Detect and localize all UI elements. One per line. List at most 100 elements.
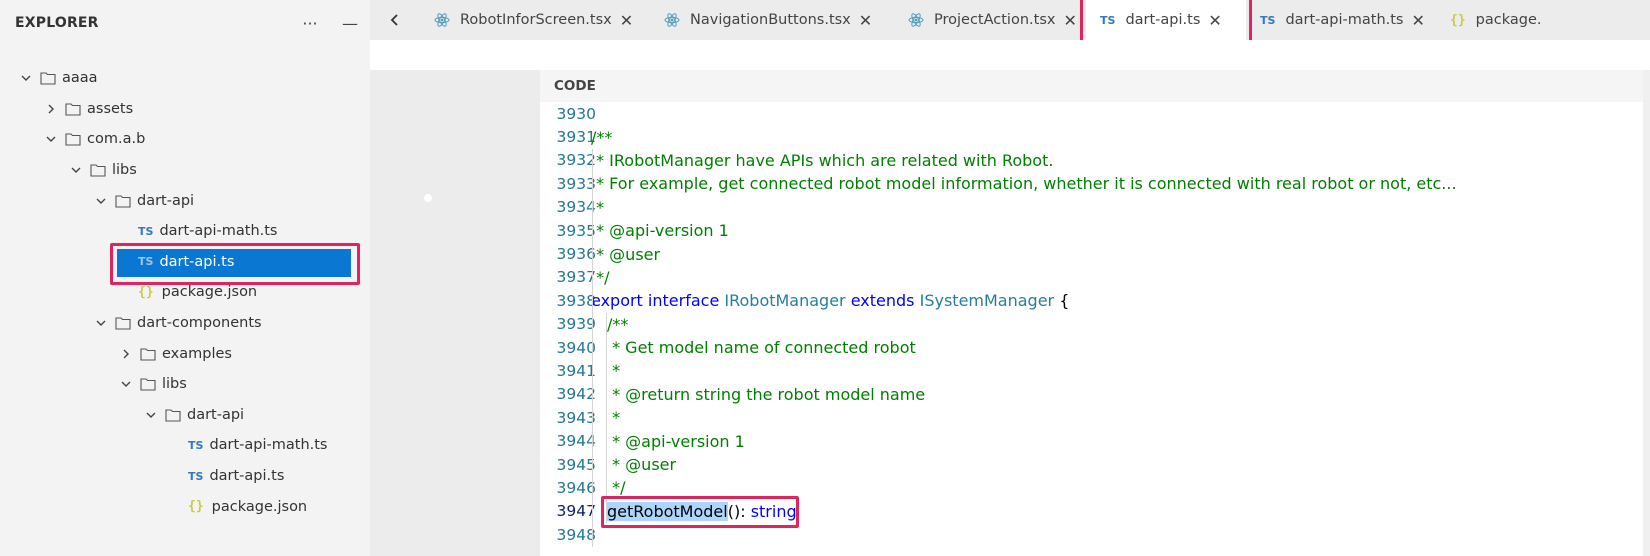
json-file-icon: {} <box>188 499 204 515</box>
tree-folder[interactable]: com.a.b <box>0 124 370 155</box>
line-number: 3934 <box>556 198 596 217</box>
tree-item-label: com.a.b <box>87 131 146 148</box>
chevron-down-icon[interactable] <box>68 162 84 178</box>
folder-icon <box>140 347 156 361</box>
tree-file[interactable]: TS dart-api-math.ts <box>0 430 370 461</box>
tree-folder[interactable]: libs <box>0 155 370 186</box>
editor-tab[interactable]: ProjectAction.tsx ✕ <box>894 0 1086 40</box>
tree-file[interactable]: TS dart-api.ts <box>0 242 370 285</box>
line-number: 3932 <box>556 151 596 170</box>
chevron-down-icon[interactable] <box>18 70 34 86</box>
code-editor[interactable]: 3930 3931/** 3932 * IRobotManager have API… <box>540 102 1643 547</box>
folder-icon <box>90 163 106 177</box>
line-number: 3938 <box>556 291 596 310</box>
code-token: getRobotModel <box>607 501 728 521</box>
line-number: 3948 <box>556 525 596 544</box>
code-text: * @user <box>591 245 660 264</box>
code-text: */ <box>591 268 609 287</box>
chevron-down-icon[interactable] <box>43 131 59 147</box>
editor-tab[interactable]: RobotInforScreen.tsx ✕ <box>420 0 650 40</box>
code-token: { <box>1054 291 1070 311</box>
tree-folder[interactable]: libs <box>0 369 370 400</box>
tab-label: dart-api-math.ts <box>1285 12 1404 28</box>
tree-folder[interactable]: dart-api <box>0 185 370 216</box>
react-icon <box>434 12 450 28</box>
typescript-file-icon: TS <box>1260 13 1276 27</box>
chevron-right-icon[interactable] <box>118 346 134 362</box>
code-line: 3934 * <box>540 195 1643 219</box>
code-token: * @api-version 1 <box>591 221 729 241</box>
code-line: 3944 * @api-version 1 <box>540 429 1643 453</box>
tree-item-label: dart-api-math.ts <box>159 223 278 240</box>
tree-item-label: assets <box>87 100 134 117</box>
tab-label: NavigationButtons.tsx <box>690 12 851 28</box>
chevron-right-icon[interactable] <box>43 101 59 117</box>
folder-icon <box>140 377 156 391</box>
code-token: * @user <box>607 455 677 475</box>
code-token: extends <box>850 291 915 311</box>
code-text: * <box>607 408 620 427</box>
close-icon[interactable]: ✕ <box>1208 11 1221 30</box>
line-number: 3946 <box>556 478 596 497</box>
code-text: * @return string the robot model name <box>607 385 925 404</box>
chevron-down-icon[interactable] <box>93 193 109 209</box>
code-token: /** <box>607 314 629 334</box>
tree-file[interactable]: TS dart-api.ts <box>0 461 370 492</box>
tree-file[interactable]: {} package.json <box>0 277 370 308</box>
line-number: 3940 <box>556 338 596 357</box>
line-number: 3937 <box>556 268 596 287</box>
code-text: * IRobotManager have APIs which are rela… <box>591 151 1053 170</box>
tree-folder[interactable]: dart-api <box>0 400 370 431</box>
chevron-down-icon[interactable] <box>93 315 109 331</box>
scroll-tabs-left-button[interactable] <box>370 0 420 40</box>
close-icon[interactable]: ✕ <box>1412 11 1425 30</box>
more-actions-button[interactable]: ··· <box>290 0 330 46</box>
close-icon[interactable]: ✕ <box>859 11 872 30</box>
line-number: 3936 <box>556 245 596 264</box>
line-number: 3942 <box>556 385 596 404</box>
code-token: /** <box>591 127 613 147</box>
tree-item-label: dart-api <box>137 192 195 209</box>
editor-tab[interactable]: NavigationButtons.tsx ✕ <box>650 0 894 40</box>
code-text: */ <box>607 478 625 497</box>
code-line: 3947 getRobotModel(): string <box>540 495 1643 528</box>
chevron-left-icon <box>390 14 398 26</box>
editor-tab[interactable]: {} package. <box>1436 0 1636 40</box>
editor-tab[interactable]: TS dart-api.ts ✕ <box>1080 0 1252 40</box>
file-tree: aaaa assets com.a.b libs dart-api TS dart-api-… <box>0 63 370 522</box>
line-number: 3943 <box>556 408 596 427</box>
tree-file[interactable]: {} package.json <box>0 491 370 522</box>
editor-scrollbar[interactable] <box>1643 70 1650 556</box>
code-line: 3932 * IRobotManager have APIs which are… <box>540 148 1643 173</box>
tab-label: dart-api.ts <box>1125 12 1201 28</box>
code-panel: CODE 3930 3931/** 3932 * IRobotManager hav… <box>540 70 1643 556</box>
tree-item-label: aaaa <box>62 70 98 87</box>
close-icon[interactable]: ✕ <box>1063 11 1076 30</box>
code-line: 3930 <box>540 102 1643 125</box>
code-token: * <box>607 408 621 428</box>
line-number: 3944 <box>556 432 596 451</box>
line-number: 3947 <box>556 502 596 521</box>
code-text: getRobotModel(): string <box>607 501 797 521</box>
tree-folder[interactable]: dart-components <box>0 308 370 339</box>
line-number: 3941 <box>556 361 596 380</box>
collapse-all-button[interactable]: — <box>330 0 370 46</box>
chevron-down-icon[interactable] <box>118 376 134 392</box>
close-icon[interactable]: ✕ <box>620 11 633 30</box>
code-line: 3942 * @return string the robot model na… <box>540 382 1643 407</box>
tree-item-label: dart-api <box>187 406 245 423</box>
code-line: 3938 export interface IRobotManager exten… <box>540 289 1643 312</box>
code-token: * @return string the robot model name <box>607 384 926 404</box>
chevron-down-icon[interactable] <box>143 407 159 423</box>
breadcrumb <box>370 40 1650 70</box>
tree-item-label: libs <box>162 376 187 393</box>
tree-folder[interactable]: examples <box>0 338 370 369</box>
tab-label: RobotInforScreen.tsx <box>460 12 612 28</box>
tree-folder[interactable]: assets <box>0 94 370 125</box>
tree-file[interactable]: TS dart-api-math.ts <box>0 216 370 247</box>
tree-item-label: package.json <box>161 284 258 301</box>
tree-folder[interactable]: aaaa <box>0 63 370 94</box>
code-text: * For example, get connected robot model… <box>591 174 1456 193</box>
editor-tab[interactable]: TS dart-api-math.ts ✕ <box>1246 0 1436 40</box>
indicator-dot <box>424 194 432 202</box>
